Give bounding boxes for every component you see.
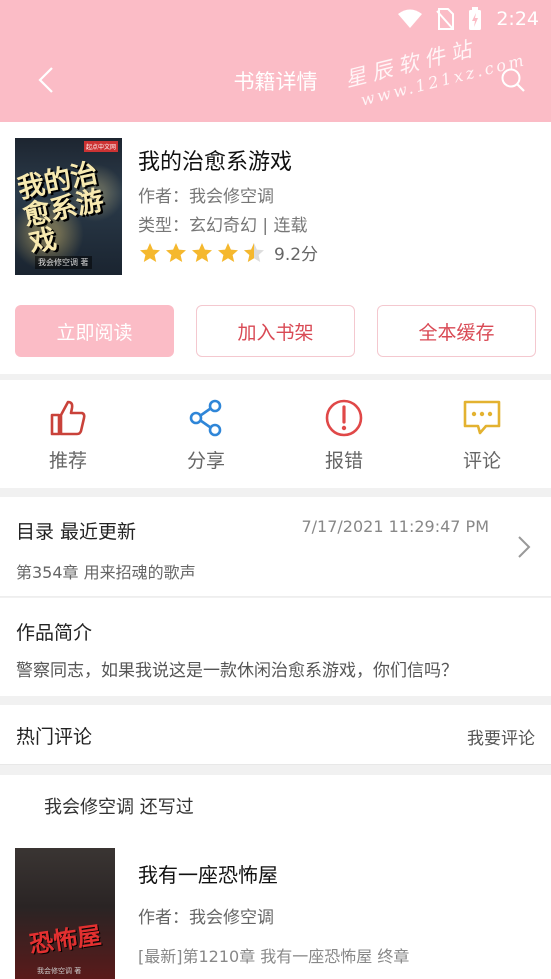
book-title: 我的治愈系游戏 [138, 150, 293, 175]
recommend-label: 推荐 [48, 450, 87, 472]
other-book-cover[interactable]: 恐怖屋 我会修空调 著 [15, 848, 115, 979]
author-other-books: 我会修空调 还写过 恐怖屋 我会修空调 著 我有一座恐怖屋 作者：我会修空调 [… [0, 775, 551, 979]
hot-comments-header: 热门评论 我要评论 [0, 705, 551, 765]
search-button[interactable] [495, 62, 531, 98]
read-now-button[interactable]: 立即阅读 [15, 305, 174, 357]
share-label: 分享 [186, 450, 225, 472]
book-info-card: 起点中文网 我的治愈系游戏 我会修空调 著 我的治愈系游戏 作者：我会修空调 类… [0, 122, 551, 374]
share-button[interactable]: 分享 [156, 398, 256, 473]
rating-score: 9.2分 [274, 245, 319, 265]
add-to-shelf-button[interactable]: 加入书架 [196, 305, 355, 357]
star-icon [166, 242, 186, 262]
app-header: 2:24 星辰软件站 www.121xz.com 书籍详情 [0, 0, 551, 122]
book-type: 类型：玄幻奇幻 | 连载 [138, 216, 308, 236]
book-author[interactable]: 作者：我会修空调 [138, 182, 274, 207]
star-icon [140, 242, 160, 262]
intro-title: 作品简介 [16, 622, 93, 644]
other-book-latest-chapter: [最新]第1210章 我有一座恐怖屋 终章 [138, 947, 410, 966]
star-icon [218, 242, 238, 262]
author-other-books-title: 我会修空调 还写过 [44, 797, 194, 818]
other-book-cover-title-art: 恐怖屋 [27, 920, 103, 959]
comment-button[interactable]: 评论 [432, 398, 532, 473]
rating-row: 9.2分 [138, 240, 318, 265]
cover-author: 我会修空调 著 [35, 256, 92, 269]
action-row: 推荐 分享 报错 评论 [0, 380, 551, 488]
comment-icon [463, 400, 501, 435]
catalog-section[interactable]: 目录 最近更新 7/17/2021 11:29:47 PM 第354章 用来招魂… [0, 497, 551, 597]
star-icon [192, 242, 212, 262]
comment-label: 评论 [462, 450, 501, 472]
last-updated-time: 7/17/2021 11:29:47 PM [301, 517, 489, 536]
other-book-title[interactable]: 我有一座恐怖屋 [138, 859, 278, 888]
thumbs-up-icon [50, 400, 86, 436]
intro-section: 作品简介 警察同志，如果我说这是一款休闲治愈系游戏，你们信吗？ [0, 598, 551, 696]
no-sim-icon [436, 8, 455, 30]
latest-chapter: 第354章 用来招魂的歌声 [16, 563, 196, 582]
page-title: 书籍详情 [233, 70, 318, 94]
cover-publisher-badge: 起点中文网 [83, 141, 118, 152]
battery-charging-icon [469, 7, 482, 30]
half-star-icon [244, 242, 264, 262]
other-book-author: 作者：我会修空调 [138, 908, 274, 928]
chevron-right-icon [518, 536, 531, 558]
search-icon [501, 68, 525, 92]
share-icon [189, 399, 222, 437]
report-error-label: 报错 [324, 450, 363, 472]
recommend-button[interactable]: 推荐 [18, 398, 118, 473]
cache-all-button[interactable]: 全本缓存 [377, 305, 536, 357]
book-cover[interactable]: 起点中文网 我的治愈系游戏 我会修空调 著 [15, 138, 122, 275]
catalog-title: 目录 最近更新 [16, 521, 137, 543]
error-icon [325, 399, 363, 437]
title-bar: 书籍详情 [0, 50, 551, 110]
other-book-cover-author: 我会修空调 著 [37, 967, 82, 975]
wifi-icon [398, 9, 423, 28]
hot-comments-title: 热门评论 [16, 726, 93, 748]
report-error-button[interactable]: 报错 [294, 398, 394, 473]
write-comment-link[interactable]: 我要评论 [467, 724, 535, 749]
intro-text: 警察同志，如果我说这是一款休闲治愈系游戏，你们信吗？ [16, 661, 458, 681]
